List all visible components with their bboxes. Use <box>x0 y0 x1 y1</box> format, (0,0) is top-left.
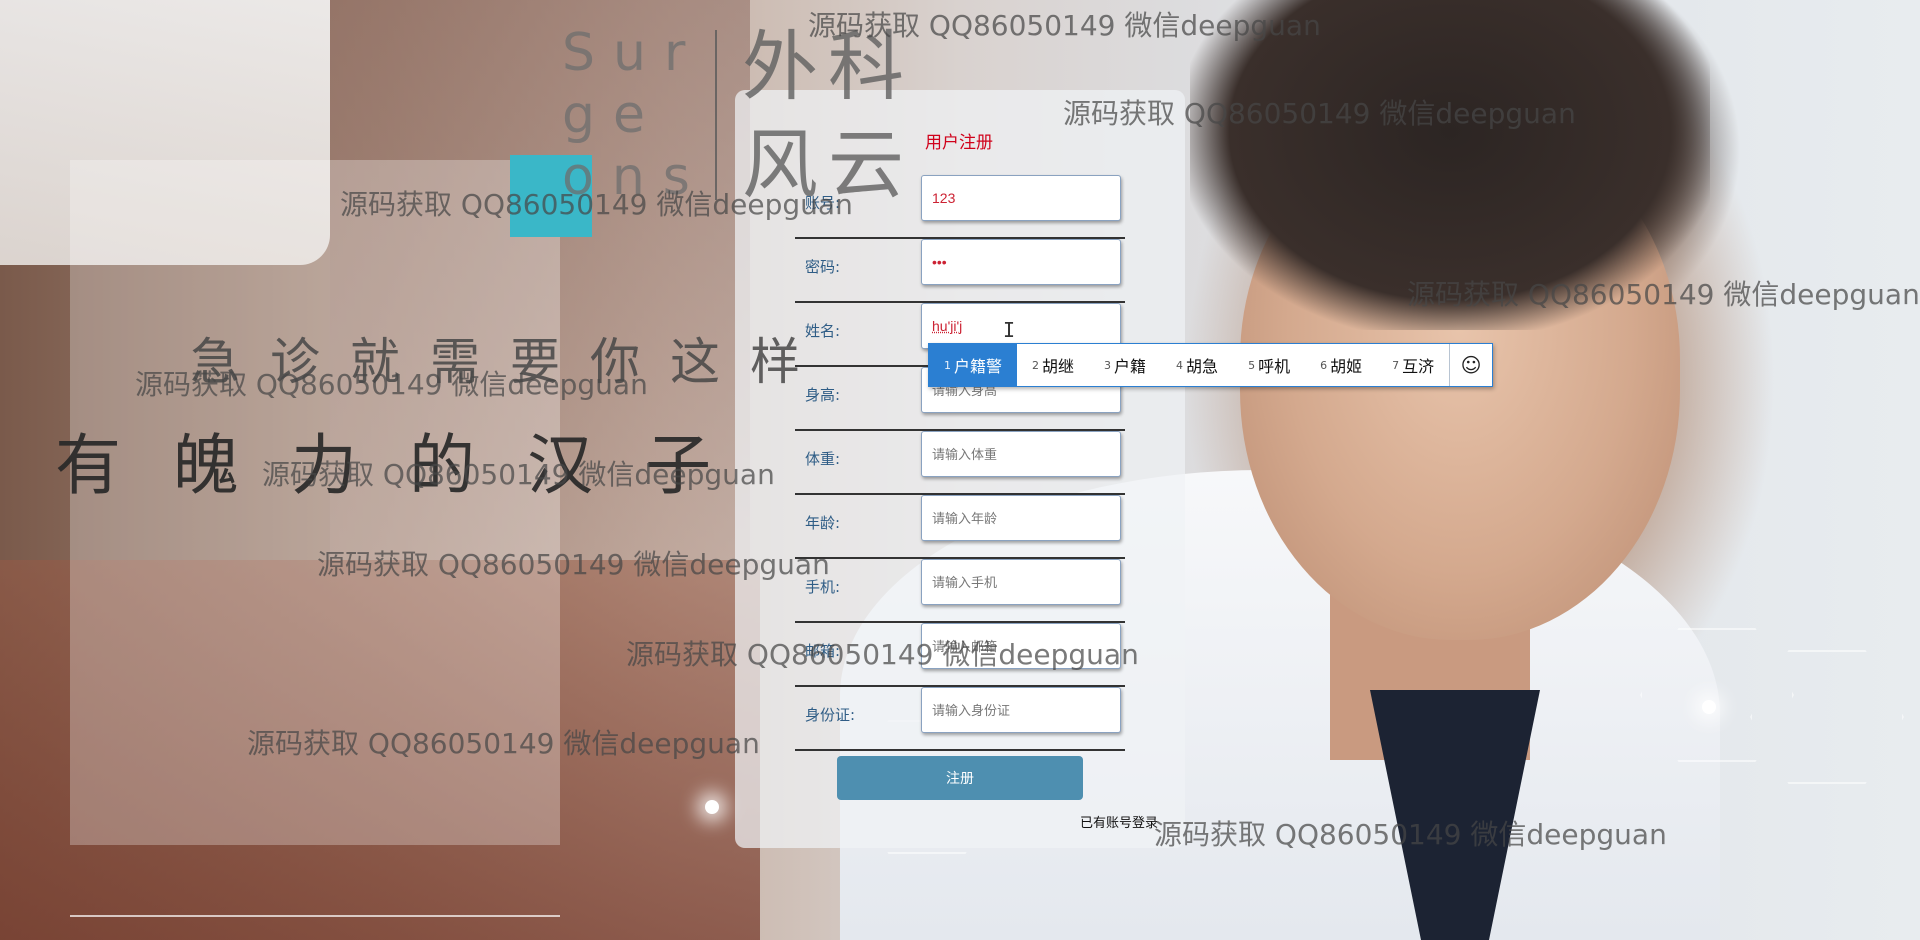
watermark: 源码获取 QQ86050149 微信deepguan <box>247 727 760 760</box>
login-link[interactable]: 已有账号登录 <box>1080 812 1158 831</box>
ime-candidate[interactable]: 3 户籍 <box>1089 344 1161 386</box>
ime-candidate-bar: 1 户籍警 2 胡继 3 户籍 4 胡急 5 呼机 6 胡姬 7 互济 ☺ <box>928 343 1494 387</box>
ime-candidate[interactable]: 1 户籍警 <box>929 344 1018 386</box>
name-label: 姓名: <box>805 322 841 340</box>
watermark: 源码获取 QQ86050149 微信deepguan <box>340 188 853 221</box>
ime-candidate[interactable]: 2 胡继 <box>1017 344 1089 386</box>
watermark: 源码获取 QQ86050149 微信deepguan <box>262 458 775 491</box>
ime-candidate[interactable]: 4 胡急 <box>1161 344 1233 386</box>
form-row-weight: 体重: <box>795 431 1125 495</box>
phone-input[interactable] <box>921 559 1121 605</box>
watermark: 源码获取 QQ86050149 微信deepguan <box>1154 818 1667 851</box>
form-row-password: 密码: <box>795 239 1125 303</box>
watermark: 源码获取 QQ86050149 微信deepguan <box>1407 278 1920 311</box>
id-card-label: 身份证: <box>805 706 856 724</box>
watermark: 源码获取 QQ86050149 微信deepguan <box>317 548 830 581</box>
password-input[interactable] <box>921 239 1121 285</box>
weight-label: 体重: <box>805 450 841 468</box>
watermark: 源码获取 QQ86050149 微信deepguan <box>135 368 648 401</box>
brand-english-logo: Surgeons <box>562 23 708 207</box>
form-row-id-card: 身份证: <box>795 687 1125 751</box>
watermark: 源码获取 QQ86050149 微信deepguan <box>1063 97 1576 130</box>
form-row-phone: 手机: <box>795 559 1125 623</box>
weight-input[interactable] <box>921 431 1121 477</box>
light-glow <box>705 800 719 814</box>
light-glow <box>1702 700 1716 714</box>
watermark: 源码获取 QQ86050149 微信deepguan <box>808 9 1321 42</box>
id-card-input[interactable] <box>921 687 1121 733</box>
watermark: 源码获取 QQ86050149 微信deepguan <box>626 638 1139 671</box>
form-row-age: 年龄: <box>795 495 1125 559</box>
left-divider-line <box>70 915 560 917</box>
ime-candidate[interactable]: 6 胡姬 <box>1305 344 1377 386</box>
brand-divider <box>715 30 717 200</box>
ime-candidate[interactable]: 7 互济 <box>1377 344 1449 386</box>
age-input[interactable] <box>921 495 1121 541</box>
age-label: 年龄: <box>805 514 841 532</box>
form-title: 用户注册 <box>925 133 993 153</box>
account-input[interactable] <box>921 175 1121 221</box>
height-label: 身高: <box>805 386 841 404</box>
text-cursor-icon: I <box>1003 318 1016 342</box>
page-background: Surgeons 外科风云 急诊就需要你这样 有魄力的汉子 用户注册 账号: 密… <box>0 0 1920 940</box>
emoji-icon[interactable]: ☺ <box>1449 344 1492 386</box>
password-label: 密码: <box>805 258 841 276</box>
register-button[interactable]: 注册 <box>837 756 1083 800</box>
ime-candidate[interactable]: 5 呼机 <box>1233 344 1305 386</box>
